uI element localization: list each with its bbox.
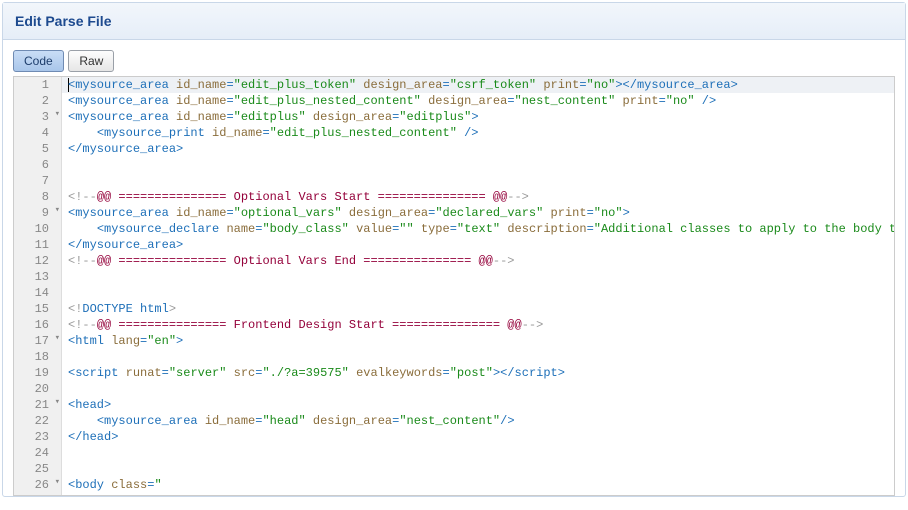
code-line[interactable]: 20 [14,381,894,397]
code-content[interactable]: <html lang="en"> [62,333,894,349]
line-number: 21▾ [14,397,62,413]
fold-toggle-icon[interactable]: ▾ [55,334,60,343]
code-line[interactable]: 25 [14,461,894,477]
code-line[interactable]: 24 [14,445,894,461]
code-line[interactable]: 15<!DOCTYPE html> [14,301,894,317]
line-number: 8 [14,189,62,205]
code-content[interactable] [62,381,894,397]
line-number: 13 [14,269,62,285]
line-number: 10 [14,221,62,237]
code-line[interactable]: 5</mysource_area> [14,141,894,157]
code-content[interactable]: <mysource_declare name="body_class" valu… [62,221,895,237]
code-content[interactable]: <mysource_area id_name="edit_plus_token"… [62,77,894,93]
code-line[interactable]: 23</head> [14,429,894,445]
code-content[interactable]: <head> [62,397,894,413]
code-line[interactable]: 1<mysource_area id_name="edit_plus_token… [14,77,894,93]
line-number: 7 [14,173,62,189]
code-content[interactable]: <mysource_area id_name="editplus" design… [62,109,894,125]
code-line[interactable]: 12<!--@@ =============== Optional Vars E… [14,253,894,269]
tab-code[interactable]: Code [13,50,64,72]
code-line[interactable]: 19<script runat="server" src="./?a=39575… [14,365,894,381]
code-line[interactable]: 14 [14,285,894,301]
code-editor[interactable]: 1<mysource_area id_name="edit_plus_token… [13,76,895,496]
tab-raw[interactable]: Raw [68,50,114,72]
code-line[interactable]: 18 [14,349,894,365]
edit-parse-file-panel: Edit Parse File Code Raw 1<mysource_area… [2,2,906,497]
fold-toggle-icon[interactable]: ▾ [55,398,60,407]
code-line[interactable]: 2<mysource_area id_name="edit_plus_neste… [14,93,894,109]
code-content[interactable] [62,173,894,189]
code-content[interactable] [62,349,894,365]
code-content[interactable]: </mysource_area> [62,237,894,253]
code-content[interactable] [62,269,894,285]
panel-body: Code Raw 1<mysource_area id_name="edit_p… [3,40,905,496]
code-line[interactable]: 3▾<mysource_area id_name="editplus" desi… [14,109,894,125]
code-content[interactable] [62,445,894,461]
code-content[interactable]: </mysource_area> [62,141,894,157]
code-line[interactable]: 6 [14,157,894,173]
code-line[interactable]: 22 <mysource_area id_name="head" design_… [14,413,894,429]
line-number: 15 [14,301,62,317]
code-content[interactable] [62,461,894,477]
code-line[interactable]: 11</mysource_area> [14,237,894,253]
panel-title: Edit Parse File [3,3,905,40]
code-content[interactable]: <mysource_print id_name="edit_plus_neste… [62,125,894,141]
line-number: 5 [14,141,62,157]
code-content[interactable]: <mysource_area id_name="edit_plus_nested… [62,93,894,109]
code-line[interactable]: 21▾<head> [14,397,894,413]
fold-toggle-icon[interactable]: ▾ [55,110,60,119]
code-line[interactable]: 13 [14,269,894,285]
line-number: 4 [14,125,62,141]
line-number: 16 [14,317,62,333]
line-number: 23 [14,429,62,445]
code-content[interactable]: <!--@@ =============== Frontend Design S… [62,317,894,333]
line-number: 3▾ [14,109,62,125]
code-line[interactable]: 10 <mysource_declare name="body_class" v… [14,221,894,237]
fold-toggle-icon[interactable]: ▾ [55,206,60,215]
line-number: 2 [14,93,62,109]
code-content[interactable]: <!DOCTYPE html> [62,301,894,317]
line-number: 27 [14,493,62,496]
fold-toggle-icon[interactable]: ▾ [55,478,60,487]
line-number: 24 [14,445,62,461]
code-line[interactable]: 9▾<mysource_area id_name="optional_vars"… [14,205,894,221]
line-number: 6 [14,157,62,173]
code-content[interactable] [62,285,894,301]
code-line[interactable]: 4 <mysource_print id_name="edit_plus_nes… [14,125,894,141]
code-line[interactable]: 26▾<body class=" [14,477,894,493]
code-content[interactable]: <body class=" [62,477,894,493]
line-number: 25 [14,461,62,477]
code-content[interactable]: <mysource_area id_name="head" design_are… [62,413,894,429]
code-content[interactable]: <!--@@ =============== Optional Vars End… [62,253,894,269]
code-line[interactable]: 27 %frontend_asset_assetid^replace_keywo… [14,493,894,496]
code-line[interactable]: 7 [14,173,894,189]
line-number: 22 [14,413,62,429]
code-content[interactable]: <!--@@ =============== Optional Vars Sta… [62,189,894,205]
line-number: 14 [14,285,62,301]
line-number: 17▾ [14,333,62,349]
code-line[interactable]: 17▾<html lang="en"> [14,333,894,349]
code-content[interactable]: <script runat="server" src="./?a=39575" … [62,365,894,381]
line-number: 11 [14,237,62,253]
line-number: 12 [14,253,62,269]
code-line[interactable]: 8<!--@@ =============== Optional Vars St… [14,189,894,205]
code-content[interactable] [62,157,894,173]
code-content[interactable]: %frontend_asset_assetid^replace_keywords… [62,493,895,496]
line-number: 26▾ [14,477,62,493]
line-number: 1 [14,77,62,93]
code-line[interactable]: 16<!--@@ =============== Frontend Design… [14,317,894,333]
code-content[interactable]: </head> [62,429,894,445]
line-number: 18 [14,349,62,365]
line-number: 19 [14,365,62,381]
line-number: 20 [14,381,62,397]
tabs: Code Raw [13,50,895,72]
line-number: 9▾ [14,205,62,221]
code-content[interactable]: <mysource_area id_name="optional_vars" d… [62,205,894,221]
